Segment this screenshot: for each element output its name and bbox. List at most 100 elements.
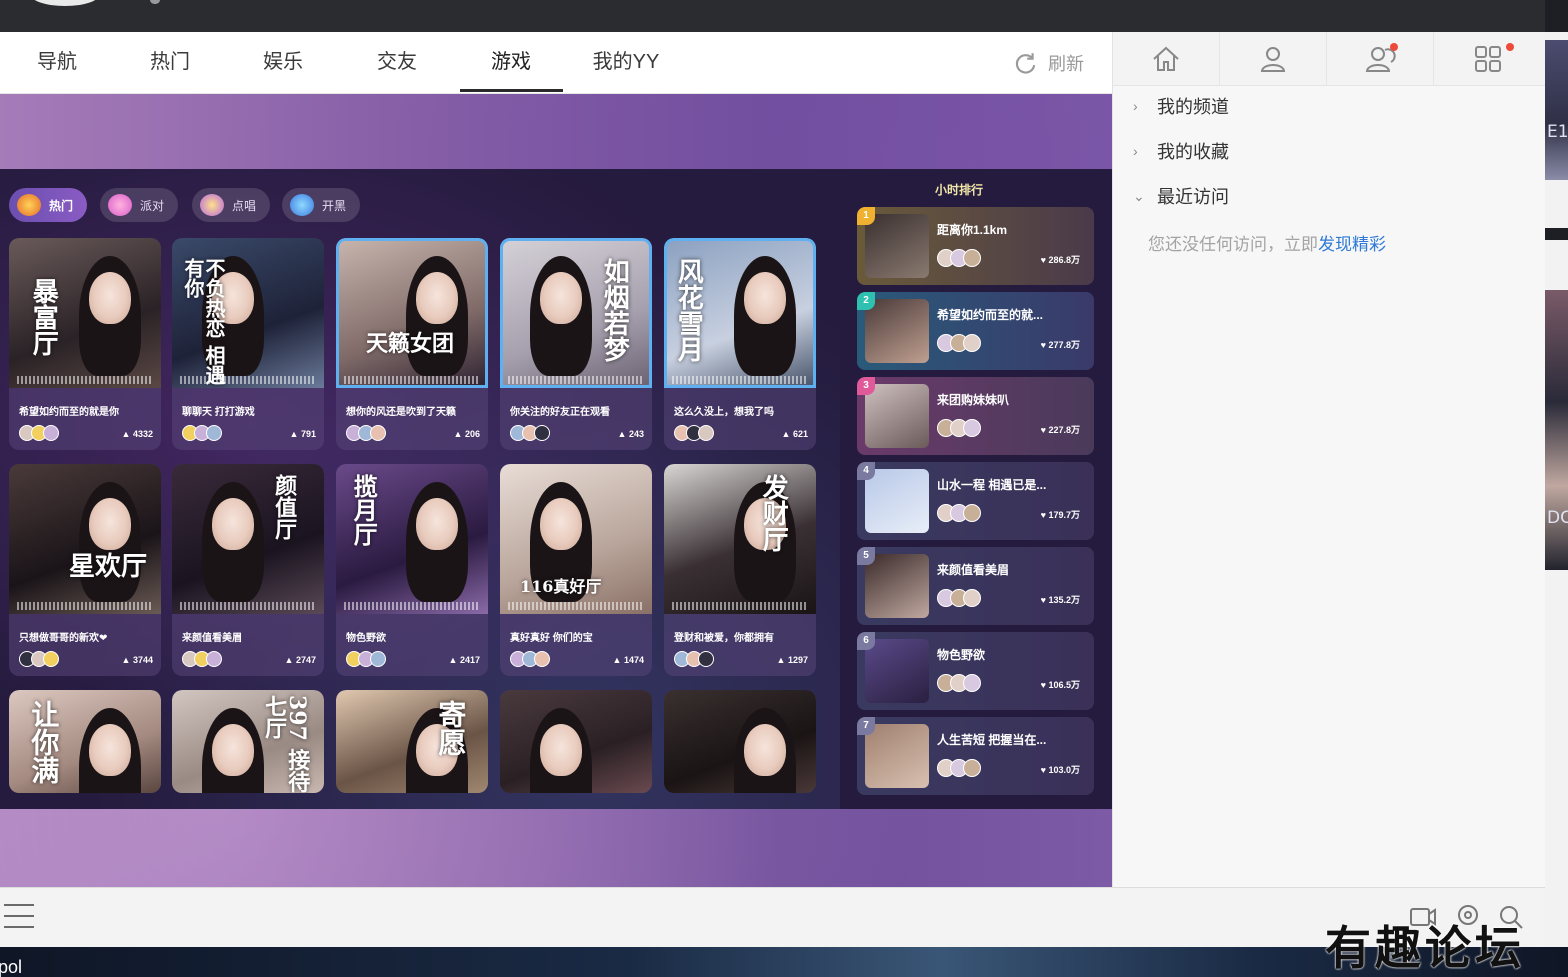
- category-pill[interactable]: 开黑: [282, 188, 361, 222]
- room-card[interactable]: 星欢厅 只想做哥哥的新欢❤ ▲ 3744: [9, 464, 161, 676]
- room-thumbnail: [664, 690, 816, 793]
- home-button[interactable]: [1113, 32, 1220, 86]
- rank-number: 3: [857, 377, 875, 395]
- avatar: [43, 651, 59, 667]
- room-caption: 116真好厅: [520, 577, 602, 596]
- tab-hot[interactable]: 热门: [135, 32, 205, 94]
- avatar: [963, 504, 981, 522]
- room-thumbnail: 397 接待七厅: [172, 690, 324, 793]
- category-pill[interactable]: 派对: [100, 188, 179, 222]
- home-icon: [1153, 46, 1179, 71]
- flame-icon: ▲: [776, 655, 788, 665]
- ranking-thumbnail: [865, 384, 929, 448]
- audio-wave: [344, 602, 480, 610]
- tab-my-yy[interactable]: 我的YY: [585, 32, 667, 94]
- my-channels-label: 我的频道: [1157, 97, 1229, 117]
- viewer-count-value: 1297: [787, 655, 808, 665]
- flame-icon: ▲: [617, 429, 629, 439]
- tab-social[interactable]: 交友: [362, 32, 432, 94]
- room-card[interactable]: 发财厅 登财和被爱，你都拥有 ▲ 1297: [664, 464, 816, 676]
- viewer-avatars: [674, 425, 714, 441]
- room-card[interactable]: 暴富厅 希望如约而至的就是你 ▲ 4332: [9, 238, 161, 450]
- portrait-face: [416, 498, 458, 550]
- my-favorites-item[interactable]: › 我的收藏: [1133, 139, 1229, 163]
- viewer-count: ▲ 243: [618, 429, 644, 439]
- room-thumbnail: 暴富厅: [9, 238, 161, 388]
- room-card[interactable]: 颜值厅 来颜值看美眉 ▲ 2747: [172, 464, 324, 676]
- viewer-avatars: [19, 425, 59, 441]
- room-thumbnail: 揽月厅: [336, 464, 488, 614]
- viewer-count: ▲ 2417: [449, 655, 480, 665]
- room-card[interactable]: [500, 690, 652, 793]
- ranking-room-title: 山水一程 相遇已是...: [937, 478, 1047, 492]
- friends-button[interactable]: [1327, 32, 1434, 86]
- ranking-item[interactable]: 1 距离你1.1km ♥ 286.8万: [857, 207, 1094, 285]
- background-text: E14: [1547, 122, 1568, 142]
- avatar: [963, 759, 981, 777]
- apps-button[interactable]: [1434, 32, 1541, 86]
- discover-link[interactable]: 发现精彩: [1318, 235, 1386, 254]
- ranking-heat-value: 227.8万: [1048, 425, 1080, 435]
- room-card[interactable]: [664, 690, 816, 793]
- room-card[interactable]: 116真好厅 真好真好 你们的宝 ▲ 1474: [500, 464, 652, 676]
- portrait-face: [89, 498, 131, 550]
- chevron-right-icon: ›: [1133, 98, 1138, 114]
- ranking-item[interactable]: 3 来团购妹妹叭 ♥ 227.8万: [857, 377, 1094, 455]
- category-pill[interactable]: 热门: [9, 188, 88, 222]
- room-thumbnail: [500, 690, 652, 793]
- logo-dot: [150, 0, 160, 4]
- tab-games[interactable]: 游戏: [476, 32, 546, 94]
- tab-entertainment[interactable]: 娱乐: [248, 32, 318, 94]
- profile-button[interactable]: [1220, 32, 1327, 86]
- ranking-heat: ♥ 227.8万: [1041, 423, 1080, 436]
- refresh-label: 刷新: [1048, 54, 1084, 74]
- audio-wave: [180, 376, 316, 384]
- viewer-count: ▲ 3744: [122, 655, 153, 665]
- my-channels-item[interactable]: › 我的频道: [1133, 94, 1229, 118]
- room-caption: 不负热恋 相遇有你: [181, 258, 226, 385]
- ranking-thumbnail: [865, 639, 929, 703]
- audio-wave: [672, 602, 808, 610]
- category-label: 热门: [49, 198, 74, 213]
- ranking-thumbnail: [865, 554, 929, 618]
- recent-visits-item[interactable]: ⌄ 最近访问: [1133, 184, 1229, 208]
- games-panel: 热门 派对 点唱 开黑 暴富厅 希望如约而至的就是你 ▲ 4332 不负热恋 相遇有你 聊聊天…: [0, 169, 1112, 809]
- top-nav: 导航 热门 娱乐 交友 游戏 我的YY 刷新: [0, 32, 1112, 94]
- room-card[interactable]: 让你满: [9, 690, 161, 793]
- room-title: 真好真好 你们的宝: [510, 633, 593, 644]
- category-label: 派对: [140, 198, 165, 213]
- room-card[interactable]: 不负热恋 相遇有你 聊聊天 打打游戏 ▲ 791: [172, 238, 324, 450]
- flame-icon: ▲: [781, 429, 793, 439]
- ranking-item[interactable]: 6 物色野欲 ♥ 106.5万: [857, 632, 1094, 710]
- avatar: [206, 651, 222, 667]
- room-title: 希望如约而至的就是你: [19, 407, 119, 418]
- room-card[interactable]: 天籁女团 想你的风还是吹到了天籁 ▲ 206: [336, 238, 488, 450]
- ranking-avatars: [937, 589, 981, 607]
- ranking-item[interactable]: 2 希望如约而至的就... ♥ 277.8万: [857, 292, 1094, 370]
- rank-number: 2: [857, 292, 875, 310]
- viewer-count: ▲ 2747: [285, 655, 316, 665]
- menu-icon[interactable]: [4, 904, 34, 930]
- ranking-avatars: [937, 759, 981, 777]
- ranking-item[interactable]: 5 来颜值看美眉 ♥ 135.2万: [857, 547, 1094, 625]
- ranking-avatars: [937, 504, 981, 522]
- portrait-face: [416, 272, 458, 324]
- room-card[interactable]: 揽月厅 物色野欲 ▲ 2417: [336, 464, 488, 676]
- room-card[interactable]: 寄愿: [336, 690, 488, 793]
- ranking-item[interactable]: 4 山水一程 相遇已是... ♥ 179.7万: [857, 462, 1094, 540]
- category-pill[interactable]: 点唱: [192, 188, 271, 222]
- refresh-button[interactable]: 刷新: [1012, 49, 1084, 77]
- room-card[interactable]: 如烟若梦 你关注的好友正在观看 ▲ 243: [500, 238, 652, 450]
- ranking-item[interactable]: 7 人生苦短 把握当在... ♥ 103.0万: [857, 717, 1094, 795]
- ranking-thumbnail: [865, 299, 929, 363]
- avatar: [43, 425, 59, 441]
- room-thumbnail: 不负热恋 相遇有你: [172, 238, 324, 388]
- tab-nav[interactable]: 导航: [22, 32, 92, 94]
- ranking-room-title: 来团购妹妹叭: [937, 393, 1010, 407]
- audio-wave: [672, 376, 808, 384]
- recent-empty-text: 您还没任何访问，立即发现精彩: [1148, 230, 1386, 255]
- room-card[interactable]: 397 接待七厅: [172, 690, 324, 793]
- ranking-heat-value: 135.2万: [1048, 595, 1080, 605]
- viewer-count: ▲ 206: [454, 429, 480, 439]
- room-card[interactable]: 风花雪月 这么久没上，想我了吗 ▲ 621: [664, 238, 816, 450]
